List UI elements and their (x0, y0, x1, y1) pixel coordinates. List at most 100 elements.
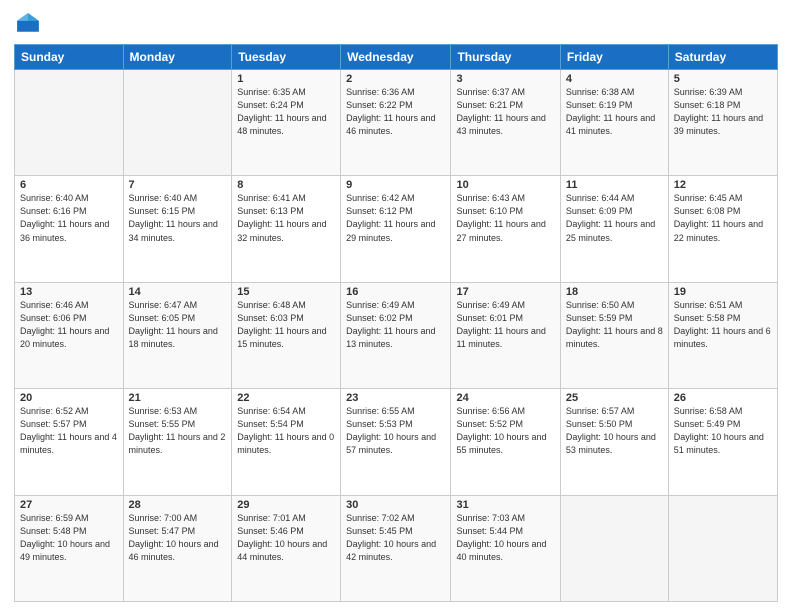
day-number: 14 (129, 286, 227, 298)
day-cell: 11Sunrise: 6:44 AMSunset: 6:09 PMDayligh… (560, 176, 668, 282)
day-info: Sunrise: 6:39 AMSunset: 6:18 PMDaylight:… (674, 86, 772, 138)
day-info: Sunrise: 6:56 AMSunset: 5:52 PMDaylight:… (456, 405, 554, 457)
day-info: Sunrise: 6:44 AMSunset: 6:09 PMDaylight:… (566, 192, 663, 244)
day-cell: 8Sunrise: 6:41 AMSunset: 6:13 PMDaylight… (232, 176, 341, 282)
day-cell: 7Sunrise: 6:40 AMSunset: 6:15 PMDaylight… (123, 176, 232, 282)
day-cell: 6Sunrise: 6:40 AMSunset: 6:16 PMDaylight… (15, 176, 124, 282)
day-info: Sunrise: 6:54 AMSunset: 5:54 PMDaylight:… (237, 405, 335, 457)
day-cell: 25Sunrise: 6:57 AMSunset: 5:50 PMDayligh… (560, 389, 668, 495)
day-info: Sunrise: 6:40 AMSunset: 6:15 PMDaylight:… (129, 192, 227, 244)
day-cell: 3Sunrise: 6:37 AMSunset: 6:21 PMDaylight… (451, 70, 560, 176)
day-info: Sunrise: 6:43 AMSunset: 6:10 PMDaylight:… (456, 192, 554, 244)
page: SundayMondayTuesdayWednesdayThursdayFrid… (0, 0, 792, 612)
day-info: Sunrise: 6:42 AMSunset: 6:12 PMDaylight:… (346, 192, 445, 244)
day-info: Sunrise: 6:41 AMSunset: 6:13 PMDaylight:… (237, 192, 335, 244)
day-number: 10 (456, 179, 554, 191)
day-info: Sunrise: 6:40 AMSunset: 6:16 PMDaylight:… (20, 192, 118, 244)
day-number: 21 (129, 392, 227, 404)
day-number: 5 (674, 73, 772, 85)
day-number: 25 (566, 392, 663, 404)
day-info: Sunrise: 6:51 AMSunset: 5:58 PMDaylight:… (674, 299, 772, 351)
day-cell: 24Sunrise: 6:56 AMSunset: 5:52 PMDayligh… (451, 389, 560, 495)
day-info: Sunrise: 6:59 AMSunset: 5:48 PMDaylight:… (20, 512, 118, 564)
day-cell: 26Sunrise: 6:58 AMSunset: 5:49 PMDayligh… (668, 389, 777, 495)
day-cell: 20Sunrise: 6:52 AMSunset: 5:57 PMDayligh… (15, 389, 124, 495)
day-info: Sunrise: 6:52 AMSunset: 5:57 PMDaylight:… (20, 405, 118, 457)
weekday-header-row: SundayMondayTuesdayWednesdayThursdayFrid… (15, 45, 778, 70)
day-info: Sunrise: 6:53 AMSunset: 5:55 PMDaylight:… (129, 405, 227, 457)
day-number: 2 (346, 73, 445, 85)
week-row-3: 13Sunrise: 6:46 AMSunset: 6:06 PMDayligh… (15, 282, 778, 388)
day-number: 7 (129, 179, 227, 191)
day-cell: 15Sunrise: 6:48 AMSunset: 6:03 PMDayligh… (232, 282, 341, 388)
week-row-1: 1Sunrise: 6:35 AMSunset: 6:24 PMDaylight… (15, 70, 778, 176)
day-number: 3 (456, 73, 554, 85)
day-info: Sunrise: 7:03 AMSunset: 5:44 PMDaylight:… (456, 512, 554, 564)
day-number: 11 (566, 179, 663, 191)
day-cell: 10Sunrise: 6:43 AMSunset: 6:10 PMDayligh… (451, 176, 560, 282)
day-number: 22 (237, 392, 335, 404)
day-info: Sunrise: 6:47 AMSunset: 6:05 PMDaylight:… (129, 299, 227, 351)
day-cell: 1Sunrise: 6:35 AMSunset: 6:24 PMDaylight… (232, 70, 341, 176)
day-info: Sunrise: 7:01 AMSunset: 5:46 PMDaylight:… (237, 512, 335, 564)
day-info: Sunrise: 6:38 AMSunset: 6:19 PMDaylight:… (566, 86, 663, 138)
day-number: 17 (456, 286, 554, 298)
weekday-header-thursday: Thursday (451, 45, 560, 70)
day-number: 24 (456, 392, 554, 404)
day-cell: 12Sunrise: 6:45 AMSunset: 6:08 PMDayligh… (668, 176, 777, 282)
day-info: Sunrise: 7:00 AMSunset: 5:47 PMDaylight:… (129, 512, 227, 564)
day-number: 20 (20, 392, 118, 404)
day-cell: 4Sunrise: 6:38 AMSunset: 6:19 PMDaylight… (560, 70, 668, 176)
day-info: Sunrise: 6:50 AMSunset: 5:59 PMDaylight:… (566, 299, 663, 351)
day-cell: 9Sunrise: 6:42 AMSunset: 6:12 PMDaylight… (341, 176, 451, 282)
day-number: 6 (20, 179, 118, 191)
day-cell: 27Sunrise: 6:59 AMSunset: 5:48 PMDayligh… (15, 495, 124, 601)
day-cell: 29Sunrise: 7:01 AMSunset: 5:46 PMDayligh… (232, 495, 341, 601)
day-info: Sunrise: 6:46 AMSunset: 6:06 PMDaylight:… (20, 299, 118, 351)
day-info: Sunrise: 7:02 AMSunset: 5:45 PMDaylight:… (346, 512, 445, 564)
day-cell: 22Sunrise: 6:54 AMSunset: 5:54 PMDayligh… (232, 389, 341, 495)
day-cell (123, 70, 232, 176)
day-info: Sunrise: 6:58 AMSunset: 5:49 PMDaylight:… (674, 405, 772, 457)
weekday-header-sunday: Sunday (15, 45, 124, 70)
day-number: 23 (346, 392, 445, 404)
day-cell: 19Sunrise: 6:51 AMSunset: 5:58 PMDayligh… (668, 282, 777, 388)
day-number: 8 (237, 179, 335, 191)
day-number: 28 (129, 499, 227, 511)
day-cell: 16Sunrise: 6:49 AMSunset: 6:02 PMDayligh… (341, 282, 451, 388)
day-info: Sunrise: 6:57 AMSunset: 5:50 PMDaylight:… (566, 405, 663, 457)
weekday-header-friday: Friday (560, 45, 668, 70)
day-number: 9 (346, 179, 445, 191)
day-info: Sunrise: 6:36 AMSunset: 6:22 PMDaylight:… (346, 86, 445, 138)
weekday-header-saturday: Saturday (668, 45, 777, 70)
logo-icon (14, 10, 42, 38)
day-cell: 14Sunrise: 6:47 AMSunset: 6:05 PMDayligh… (123, 282, 232, 388)
day-number: 13 (20, 286, 118, 298)
day-cell (668, 495, 777, 601)
weekday-header-tuesday: Tuesday (232, 45, 341, 70)
day-cell: 28Sunrise: 7:00 AMSunset: 5:47 PMDayligh… (123, 495, 232, 601)
day-cell: 17Sunrise: 6:49 AMSunset: 6:01 PMDayligh… (451, 282, 560, 388)
day-cell: 31Sunrise: 7:03 AMSunset: 5:44 PMDayligh… (451, 495, 560, 601)
day-info: Sunrise: 6:35 AMSunset: 6:24 PMDaylight:… (237, 86, 335, 138)
calendar: SundayMondayTuesdayWednesdayThursdayFrid… (14, 44, 778, 602)
day-number: 19 (674, 286, 772, 298)
header (14, 10, 778, 38)
day-cell (560, 495, 668, 601)
weekday-header-monday: Monday (123, 45, 232, 70)
day-info: Sunrise: 6:37 AMSunset: 6:21 PMDaylight:… (456, 86, 554, 138)
day-cell: 21Sunrise: 6:53 AMSunset: 5:55 PMDayligh… (123, 389, 232, 495)
week-row-2: 6Sunrise: 6:40 AMSunset: 6:16 PMDaylight… (15, 176, 778, 282)
day-cell: 18Sunrise: 6:50 AMSunset: 5:59 PMDayligh… (560, 282, 668, 388)
day-cell (15, 70, 124, 176)
logo (14, 10, 46, 38)
day-cell: 13Sunrise: 6:46 AMSunset: 6:06 PMDayligh… (15, 282, 124, 388)
day-number: 12 (674, 179, 772, 191)
day-number: 26 (674, 392, 772, 404)
day-cell: 23Sunrise: 6:55 AMSunset: 5:53 PMDayligh… (341, 389, 451, 495)
day-number: 29 (237, 499, 335, 511)
day-info: Sunrise: 6:55 AMSunset: 5:53 PMDaylight:… (346, 405, 445, 457)
day-number: 16 (346, 286, 445, 298)
day-cell: 30Sunrise: 7:02 AMSunset: 5:45 PMDayligh… (341, 495, 451, 601)
day-number: 4 (566, 73, 663, 85)
